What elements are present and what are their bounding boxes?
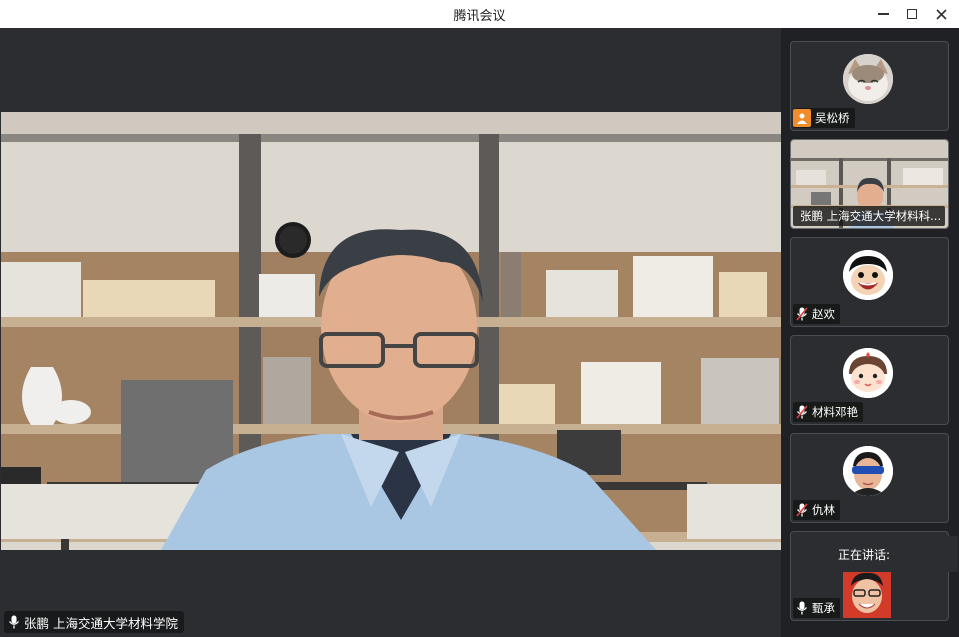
participant-tile[interactable]: 材料邓艳 bbox=[790, 335, 949, 425]
participant-name-tag: 材料邓艳 bbox=[793, 402, 863, 422]
mic-icon bbox=[796, 601, 808, 615]
avatar bbox=[843, 54, 893, 104]
participant-tile[interactable]: 仇林 bbox=[790, 433, 949, 523]
participant-name-tag: 甄承 bbox=[793, 598, 840, 618]
participant-name: 仇林 bbox=[812, 503, 835, 517]
speaking-label: 正在讲话: bbox=[838, 548, 891, 562]
speaking-indicator: 正在讲话: bbox=[816, 536, 958, 572]
participant-name: 甄承 bbox=[812, 601, 835, 615]
avatar bbox=[843, 446, 893, 496]
close-button[interactable] bbox=[930, 4, 952, 24]
window-title: 腾讯会议 bbox=[453, 9, 506, 24]
avatar bbox=[843, 348, 893, 398]
participant-tile[interactable]: 吴松桥 bbox=[790, 41, 949, 131]
mic-icon bbox=[8, 615, 20, 629]
main-stage: 张鹏 上海交通大学材料学院 bbox=[1, 28, 781, 637]
participant-name-tag: 张鹏 上海交通大学材料科... bbox=[793, 206, 945, 226]
main-video[interactable] bbox=[1, 112, 781, 550]
main-video-scene bbox=[1, 112, 781, 550]
participant-name: 赵欢 bbox=[812, 307, 835, 321]
participant-name: 材料邓艳 bbox=[812, 405, 858, 419]
maximize-icon bbox=[907, 9, 917, 19]
avatar bbox=[843, 250, 893, 300]
participant-tile[interactable]: 张鹏 上海交通大学材料科... bbox=[790, 139, 949, 229]
participant-name-tag: 赵欢 bbox=[793, 304, 840, 324]
participant-name: 张鹏 上海交通大学材料科... bbox=[800, 209, 942, 223]
maximize-button[interactable] bbox=[901, 4, 923, 24]
mic-muted-icon bbox=[796, 503, 808, 517]
main-speaker-name: 张鹏 上海交通大学材料学院 bbox=[24, 615, 178, 631]
close-icon bbox=[935, 8, 947, 20]
participant-name-tag: 吴松桥 bbox=[793, 108, 855, 128]
avatar bbox=[843, 570, 891, 618]
mic-muted-icon bbox=[796, 307, 808, 321]
participant-tile[interactable]: 赵欢 bbox=[790, 237, 949, 327]
minimize-button[interactable] bbox=[872, 4, 894, 24]
title-bar: 腾讯会议 bbox=[0, 0, 959, 28]
minimize-icon bbox=[877, 13, 889, 15]
user-icon bbox=[793, 109, 811, 127]
participant-name-tag: 仇林 bbox=[793, 500, 840, 520]
mic-muted-icon bbox=[796, 405, 808, 419]
participant-name: 吴松桥 bbox=[815, 111, 850, 125]
main-speaker-tag: 张鹏 上海交通大学材料学院 bbox=[4, 611, 184, 633]
